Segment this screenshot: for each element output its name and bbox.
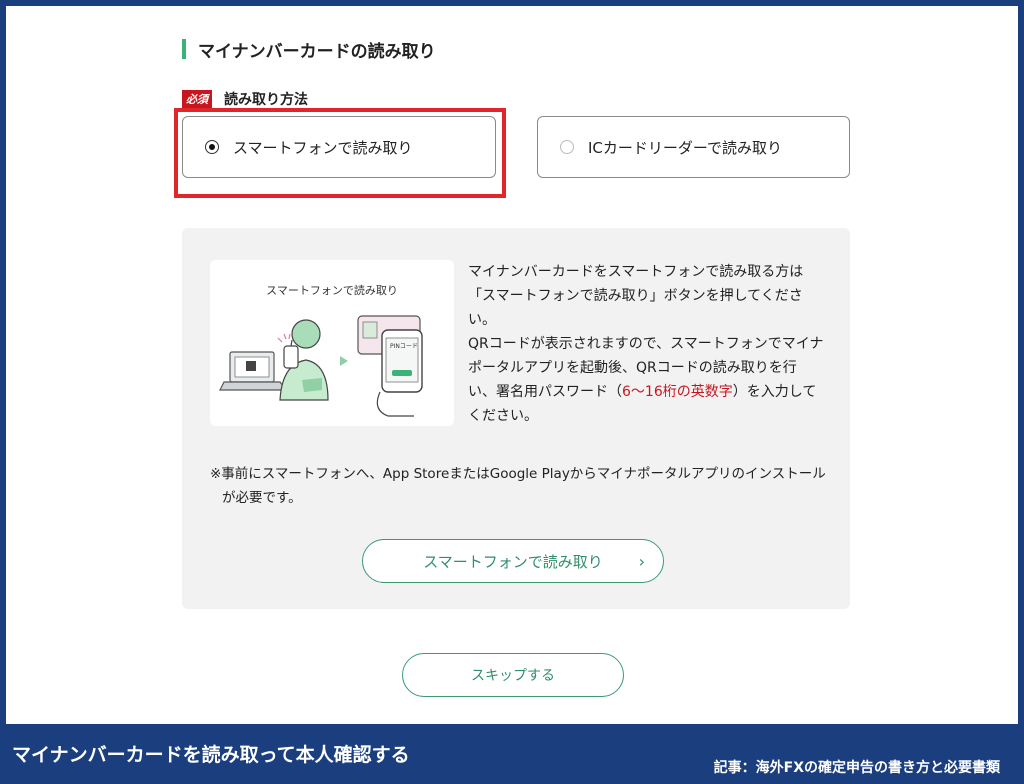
section-title: マイナンバーカードの読み取り [198,41,436,62]
smartphone-reading-illustration: PINコード スマートフォンで読み取り [210,260,454,426]
footer-caption: マイナンバーカードを読み取って本人確認する [12,744,410,766]
read-with-smartphone-button[interactable]: スマートフォンで読み取り › [362,539,664,583]
method-label-row: 必須 読み取り方法 [182,89,308,109]
heading-accent-bar [182,39,186,59]
section-heading: マイナンバーカードの読み取り [182,38,436,62]
info-panel: PINコード スマートフォンで読み取り マイナンバーカードをスマートフォンで読み… [182,228,850,609]
instructions-paragraph-1: マイナンバーカードをスマートフォンで読み取る方は「スマートフォンで読み取り」ボタ… [468,264,804,328]
radio-unselected-icon[interactable] [560,140,574,154]
password-requirement: 6〜16桁の英数字 [622,384,733,400]
read-with-smartphone-label: スマートフォンで読み取り [423,552,603,571]
skip-button[interactable]: スキップする [402,653,624,697]
content-frame: マイナンバーカードの読み取り 必須 読み取り方法 スマートフォンで読み取り IC… [6,6,1018,724]
instructions-text: マイナンバーカードをスマートフォンで読み取る方は「スマートフォンで読み取り」ボタ… [468,260,824,428]
chevron-right-icon: › [638,552,645,571]
illustration-title: スマートフォンで読み取り [266,284,398,297]
method-label: 読み取り方法 [224,92,308,108]
option-ic-card-reader[interactable]: ICカードリーダーで読み取り [537,116,850,178]
option-ic-card-reader-label: ICカードリーダーで読み取り [588,138,782,157]
radio-selected-icon[interactable] [205,140,219,154]
skip-button-label: スキップする [471,668,555,684]
install-note: ※事前にスマートフォンへ、App StoreまたはGoogle Playからマイ… [210,466,826,506]
footer-article-link: 記事：海外FXの確定申告の書き方と必要書類 [713,760,1000,776]
option-smartphone-label: スマートフォンで読み取り [233,138,413,157]
required-badge: 必須 [182,90,212,108]
option-smartphone[interactable]: スマートフォンで読み取り [182,116,496,178]
illustration-card-text: PINコード [390,343,418,350]
